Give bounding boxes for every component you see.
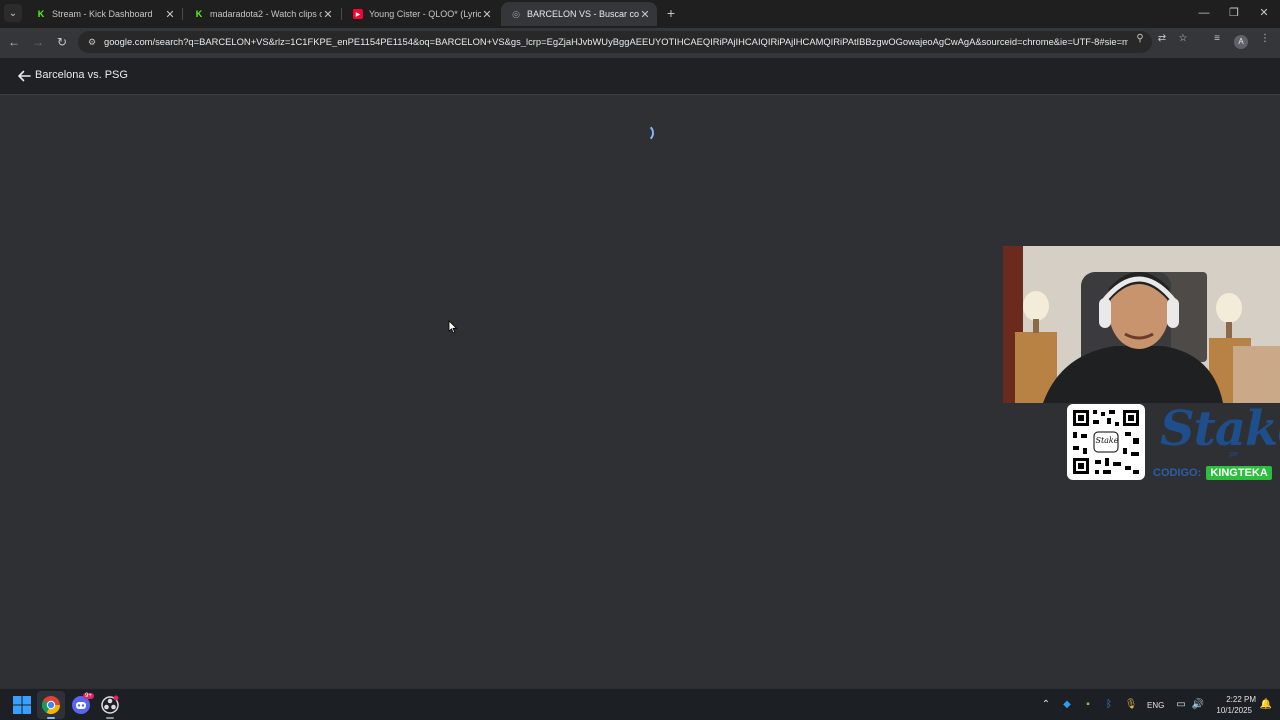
close-icon[interactable]: ✕ <box>481 8 493 21</box>
qr-code: Stake <box>1067 404 1145 480</box>
promo-code-label: CODIGO: <box>1153 467 1202 479</box>
arrow-left-icon[interactable] <box>16 68 32 84</box>
reload-button[interactable]: ↻ <box>54 34 70 50</box>
profile-avatar[interactable]: A <box>1234 35 1248 49</box>
chrome-icon[interactable] <box>41 695 61 715</box>
page-title: Barcelona vs. PSG <box>35 69 128 81</box>
mouse-cursor-icon <box>448 320 458 334</box>
bluetooth-icon[interactable]: ᛒ <box>1102 697 1116 713</box>
promo-code: CODIGO: KINGTEKA <box>1153 466 1272 480</box>
active-app-indicator <box>47 717 55 719</box>
address-bar[interactable]: ⚙ google.com/search?q=BARCELON+VS&rlz=1C… <box>78 31 1152 53</box>
translate-icon[interactable]: ⇄ <box>1154 31 1170 47</box>
location-icon[interactable]: ⚲ <box>1132 31 1148 47</box>
tab-title: Young Cister - QLOO* (Lyrics) ft. <box>369 9 481 19</box>
windows-start-icon[interactable] <box>12 695 32 715</box>
browser-toolbar: ← → ↻ ⚙ google.com/search?q=BARCELON+VS&… <box>0 28 1280 58</box>
tab-strip: ⌄ K Stream - Kick Dashboard ✕ K madarado… <box>0 0 1280 28</box>
page-header: Barcelona vs. PSG <box>0 58 1280 95</box>
tab-kick-dashboard[interactable]: K Stream - Kick Dashboard ✕ <box>26 2 182 26</box>
clock-time[interactable]: 2:22 PM <box>1210 695 1256 704</box>
url-text[interactable]: google.com/search?q=BARCELON+VS&rlz=1C1F… <box>104 36 1128 47</box>
show-hidden-icons-chevron-icon[interactable]: ⌃ <box>1039 697 1053 713</box>
close-icon[interactable]: ✕ <box>164 8 176 21</box>
nvidia-icon[interactable]: ▪ <box>1081 697 1095 713</box>
discord-notification-badge: 9+ <box>83 693 94 699</box>
google-icon: ◎ <box>512 8 520 19</box>
reading-list-icon[interactable]: ≡ <box>1209 31 1225 47</box>
new-tab-button[interactable]: + <box>663 5 679 21</box>
loading-spinner <box>636 124 654 142</box>
kick-icon: K <box>195 9 203 19</box>
network-icon[interactable]: ▭ <box>1174 697 1188 713</box>
back-button[interactable]: ← <box>6 34 22 50</box>
tab-search-button[interactable]: ⌄ <box>4 4 22 22</box>
tab-young-cister[interactable]: ▶ Young Cister - QLOO* (Lyrics) ft. ✕ <box>343 2 499 26</box>
screen: ⌄ K Stream - Kick Dashboard ✕ K madarado… <box>0 0 1280 720</box>
close-icon[interactable]: ✕ <box>639 8 651 21</box>
stake-domain-suffix: .pe <box>1228 451 1238 458</box>
tab-divider <box>341 8 342 20</box>
promo-code-value: KINGTEKA <box>1206 466 1272 480</box>
input-language[interactable]: ENG <box>1147 701 1164 710</box>
minimize-button[interactable]: — <box>1196 5 1212 21</box>
running-app-indicator <box>106 717 114 719</box>
restore-button[interactable]: ❐ <box>1226 5 1242 21</box>
microphone-icon[interactable]: 🎙 <box>1124 697 1138 713</box>
tab-title: BARCELON VS - Buscar con Google <box>527 9 639 19</box>
tab-madaradota2[interactable]: K madaradota2 - Watch clips on Kick ✕ <box>184 2 340 26</box>
tab-title: madaradota2 - Watch clips on Kick <box>210 9 322 19</box>
more-menu-icon[interactable]: ⋮ <box>1257 31 1273 47</box>
streamer-webcam-image <box>1003 246 1280 403</box>
tray-app-icon[interactable]: ◆ <box>1060 697 1074 713</box>
qr-center-label: Stake <box>1095 436 1119 445</box>
bookmark-star-icon[interactable]: ☆ <box>1175 31 1191 47</box>
close-window-button[interactable]: ✕ <box>1256 5 1272 21</box>
page-content: Barcelona vs. PSG Stake Stak .pe CODIGO:… <box>0 58 1280 688</box>
tab-divider <box>182 8 183 20</box>
site-info-icon[interactable]: ⚙ <box>86 36 98 48</box>
close-icon[interactable]: ✕ <box>322 8 334 21</box>
webcam-overlay <box>1003 246 1280 403</box>
stake-logo: Stake <box>1160 401 1280 457</box>
tab-title: Stream - Kick Dashboard <box>52 9 153 19</box>
notification-bell-icon[interactable]: 🔔 <box>1259 697 1273 713</box>
clock-date[interactable]: 10/1/2025 <box>1206 706 1252 715</box>
kick-icon: K <box>37 9 45 19</box>
youtube-icon: ▶ <box>353 9 363 19</box>
windows-taskbar: 9+ ⌃ ◆ ▪ ᛒ 🎙 ENG ▭ 🔊 2:22 PM 10/1/2025 🔔 <box>0 688 1280 720</box>
tab-barcelon-vs[interactable]: ◎ BARCELON VS - Buscar con Google ✕ <box>501 2 657 26</box>
obs-icon[interactable] <box>100 695 120 715</box>
volume-icon[interactable]: 🔊 <box>1191 697 1205 713</box>
forward-button[interactable]: → <box>30 34 46 50</box>
